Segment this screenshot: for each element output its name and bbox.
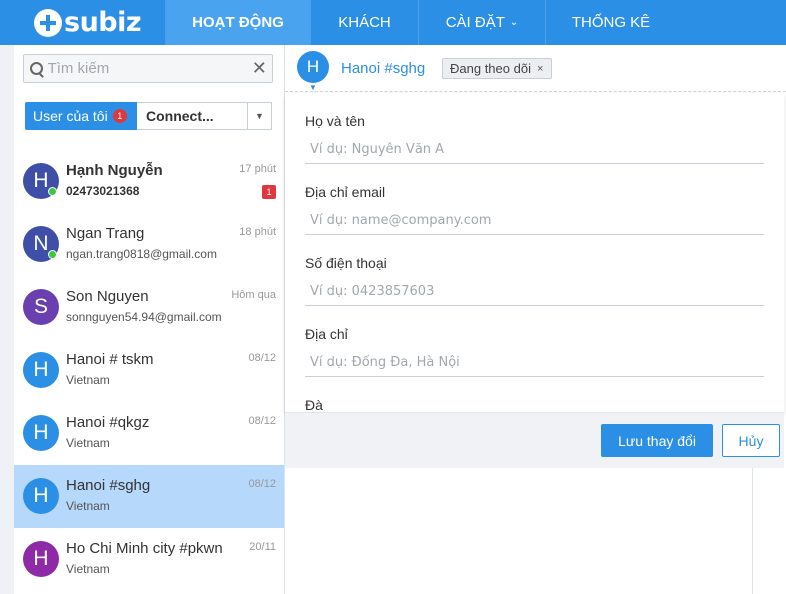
- avatar: H: [23, 541, 59, 577]
- conversation-filter: User của tôi 1 Connect... ▼: [25, 102, 272, 130]
- cancel-label: Hủy: [738, 432, 764, 449]
- nav-customers-label: KHÁCH: [338, 14, 391, 31]
- conversation-name: Ngan Trang: [66, 225, 145, 242]
- plus-logo-icon: [34, 8, 62, 37]
- close-icon[interactable]: ✕: [247, 58, 272, 79]
- conversation-name: Hanoi #sghg: [66, 477, 151, 494]
- avatar-initial: H: [33, 358, 49, 381]
- field-label: Địa chỉ: [305, 326, 348, 342]
- user-name-link[interactable]: Hanoi #sghg: [341, 60, 425, 77]
- conversation-time: 08/12: [248, 352, 276, 364]
- save-changes-button[interactable]: Lưu thay đổi: [601, 424, 713, 457]
- top-nav: subiz HOẠT ĐỘNG KHÁCH CÀI ĐẶT ⌄ THỐNG KÊ: [0, 0, 786, 45]
- conversation-name: Hanoi #qkgz: [66, 414, 150, 431]
- avatar: H: [23, 415, 59, 451]
- search-icon: [28, 59, 48, 79]
- conversation-subtitle: Vietnam: [66, 562, 110, 576]
- chevron-down-icon: ⌄: [509, 17, 519, 28]
- conversation-item[interactable]: N Ngan Trang ngan.trang0818@gmail.com 18…: [14, 213, 284, 276]
- search-input[interactable]: [47, 60, 247, 77]
- avatar-initial: S: [33, 295, 48, 318]
- online-status-dot: [48, 250, 57, 259]
- address-field: Địa chỉ: [305, 326, 764, 377]
- nav-customers[interactable]: KHÁCH: [310, 0, 418, 45]
- conversation-subtitle: sonnguyen54.94@gmail.com: [66, 310, 222, 324]
- filter-dropdown-button[interactable]: ▼: [248, 102, 272, 130]
- my-users-label: User của tôi: [33, 108, 108, 124]
- user-info-form: Họ và tên Địa chỉ email Số điện thoại Đị…: [285, 93, 784, 413]
- nav-settings-label: CÀI ĐẶT: [445, 14, 505, 31]
- email-input[interactable]: [305, 207, 764, 235]
- unread-badge: 1: [262, 185, 276, 199]
- search-box: ✕: [23, 54, 273, 83]
- avatar: H: [23, 478, 59, 514]
- conversation-header: H ▼ Hanoi #sghg Đang theo dõi ×: [285, 45, 786, 92]
- following-tag[interactable]: Đang theo dõi ×: [442, 58, 553, 79]
- conversation-item[interactable]: S Son Nguyen sonnguyen54.94@gmail.com Hô…: [14, 276, 284, 339]
- conversation-name: Son Nguyen: [66, 288, 149, 305]
- conversation-item[interactable]: H Hạnh Nguyễn 02473021368 17 phút 1: [14, 150, 284, 213]
- conversation-time: 08/12: [248, 415, 276, 427]
- conversation-list: H Hạnh Nguyễn 02473021368 17 phút 1 N Ng…: [14, 150, 284, 591]
- next-field: Đà: [305, 397, 764, 413]
- conversation-time: 08/12: [248, 478, 276, 490]
- nav-statistics[interactable]: THỐNG KÊ: [545, 0, 676, 45]
- avatar: S: [23, 289, 59, 325]
- conversation-time: 20/11: [249, 541, 276, 553]
- close-icon[interactable]: ×: [537, 63, 543, 75]
- conversation-time: 17 phút: [239, 163, 276, 175]
- caret-down-icon: ▼: [255, 111, 264, 121]
- nav-statistics-label: THỐNG KÊ: [571, 14, 651, 31]
- conversation-item[interactable]: H Hanoi # tskm Vietnam 08/12: [14, 339, 284, 402]
- avatar-initial: H: [33, 169, 49, 192]
- conversation-sidebar: ✕ User của tôi 1 Connect... ▼ H Hạnh Ngu…: [14, 45, 285, 594]
- conversation-item[interactable]: H Hanoi #qkgz Vietnam 08/12: [14, 402, 284, 465]
- user-avatar[interactable]: H: [297, 51, 329, 83]
- address-input[interactable]: [305, 349, 764, 377]
- avatar-initial: N: [33, 232, 49, 255]
- field-label: Số điện thoại: [305, 255, 387, 271]
- save-label: Lưu thay đổi: [618, 432, 696, 449]
- nav-settings[interactable]: CÀI ĐẶT ⌄: [418, 0, 545, 45]
- subiz-logo[interactable]: subiz: [0, 0, 165, 45]
- avatar: H: [23, 352, 59, 388]
- field-label: Địa chỉ email: [305, 184, 386, 200]
- field-label: Đà: [305, 397, 323, 413]
- conversation-subtitle: Vietnam: [66, 499, 110, 513]
- full-name-input[interactable]: [305, 136, 764, 164]
- full-name-field: Họ và tên: [305, 113, 764, 164]
- phone-field: Số điện thoại: [305, 255, 764, 306]
- conversation-subtitle: Vietnam: [66, 436, 110, 450]
- online-status-dot: [48, 187, 57, 196]
- caret-down-icon: ▼: [309, 83, 317, 92]
- conversation-time: 18 phút: [239, 226, 276, 238]
- conversation-item[interactable]: H Ho Chi Minh city #pkwn Vietnam 20/11: [14, 528, 284, 591]
- my-users-tab[interactable]: User của tôi 1: [25, 102, 137, 130]
- conversation-name: Ho Chi Minh city #pkwn: [66, 540, 223, 557]
- avatar-initial: H: [33, 547, 49, 570]
- email-field: Địa chỉ email: [305, 184, 764, 235]
- conversation-name: Hanoi # tskm: [66, 351, 154, 368]
- phone-input[interactable]: [305, 278, 764, 306]
- connect-filter[interactable]: Connect...: [137, 102, 248, 130]
- conversation-subtitle: 02473021368: [66, 184, 140, 198]
- nav-activity[interactable]: HOẠT ĐỘNG: [165, 0, 310, 45]
- conversation-item-selected[interactable]: H Hanoi #sghg Vietnam 08/12: [14, 465, 284, 528]
- main-panel: H ▼ Hanoi #sghg Đang theo dõi × Họ và tê…: [285, 45, 786, 594]
- conversation-subtitle: ngan.trang0818@gmail.com: [66, 247, 217, 261]
- connect-label: Connect...: [146, 108, 214, 124]
- form-footer: Lưu thay đổi Hủy: [285, 412, 784, 468]
- avatar-initial: H: [33, 484, 49, 507]
- avatar-initial: H: [306, 57, 320, 76]
- nav-activity-label: HOẠT ĐỘNG: [192, 14, 284, 31]
- conversation-subtitle: Vietnam: [66, 373, 110, 387]
- field-label: Họ và tên: [305, 113, 365, 129]
- avatar-initial: H: [33, 421, 49, 444]
- following-label: Đang theo dõi: [450, 61, 531, 76]
- conversation-time: Hôm qua: [231, 289, 276, 301]
- unread-badge: 1: [112, 109, 127, 123]
- conversation-name: Hạnh Nguyễn: [66, 162, 163, 179]
- cancel-button[interactable]: Hủy: [722, 424, 780, 457]
- logo-text: subiz: [64, 7, 142, 38]
